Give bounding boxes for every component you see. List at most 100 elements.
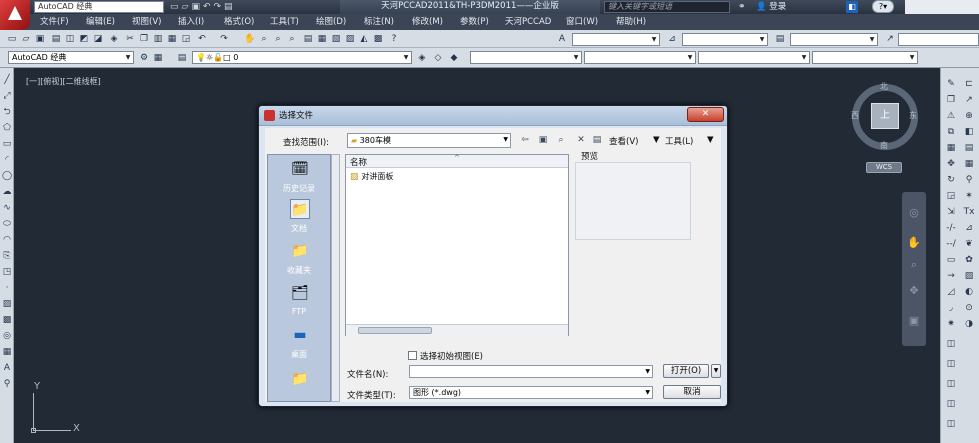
- table-style-combo[interactable]: ▼: [790, 33, 878, 46]
- gradient-icon[interactable]: ▩: [1, 314, 13, 326]
- gear-icon[interactable]: ⚙: [138, 52, 150, 64]
- mleader-style-combo[interactable]: [898, 33, 979, 46]
- rectangle-icon[interactable]: ▭: [1, 138, 13, 150]
- layer-combo[interactable]: 💡☼🔓□ 0 ▼: [192, 51, 412, 64]
- array-icon[interactable]: ▦: [945, 142, 957, 154]
- ellipse-arc-icon[interactable]: ◠: [1, 234, 13, 246]
- plotstyle-combo[interactable]: ▼: [812, 51, 918, 64]
- table-style-icon[interactable]: ▤: [774, 33, 786, 45]
- zoom-previous-icon[interactable]: ⌕: [286, 33, 298, 45]
- copy-icon[interactable]: ❐: [138, 33, 150, 45]
- layer-state-icon[interactable]: ◆: [448, 52, 460, 64]
- login-button[interactable]: 👤 登录: [756, 1, 826, 13]
- workspace-combo[interactable]: AutoCAD 经典: [34, 1, 164, 13]
- back-icon[interactable]: ⇦: [519, 134, 531, 146]
- print-icon[interactable]: ▤: [224, 2, 236, 12]
- explode-icon[interactable]: ✷: [945, 318, 957, 330]
- open-icon[interactable]: ▱: [182, 2, 192, 12]
- up-folder-icon[interactable]: ▣: [537, 134, 549, 146]
- make-current-icon[interactable]: ◈: [416, 52, 428, 64]
- lookin-combo[interactable]: ▰ 380车模 ▼: [347, 133, 511, 148]
- delete-icon[interactable]: ✕: [575, 134, 587, 146]
- text-style-icon[interactable]: A: [556, 33, 568, 45]
- tool-3-icon[interactable]: ◫: [945, 378, 957, 390]
- menu-dimension[interactable]: 标注(N): [364, 14, 394, 30]
- workspace-settings-icon[interactable]: ▦: [152, 52, 164, 64]
- new-icon[interactable]: ▭: [6, 33, 18, 45]
- quick-access-toolbar[interactable]: ▭▱▣↶↷▤: [170, 1, 340, 13]
- move-icon[interactable]: ✥: [945, 158, 957, 170]
- erase-icon[interactable]: ✎: [945, 78, 957, 90]
- layer-previous-icon[interactable]: ◇: [432, 52, 444, 64]
- filename-input[interactable]: ▼: [409, 365, 653, 378]
- favorites-icon[interactable]: 📁: [290, 241, 310, 261]
- desktop-icon[interactable]: ▬: [290, 325, 310, 345]
- arc-icon[interactable]: ◜: [1, 154, 13, 166]
- pan-icon[interactable]: ✋: [244, 33, 256, 45]
- orbit-icon[interactable]: ✥: [907, 284, 921, 298]
- break-icon[interactable]: ▭: [945, 254, 957, 266]
- mtext-icon[interactable]: A: [1, 362, 13, 374]
- plot-icon[interactable]: ◪: [92, 33, 104, 45]
- tool-4-icon[interactable]: ◫: [945, 398, 957, 410]
- open-icon[interactable]: ▱: [20, 33, 32, 45]
- stretch-icon[interactable]: ⇲: [945, 206, 957, 218]
- design-center-icon[interactable]: ▦: [316, 33, 328, 45]
- place-favorites[interactable]: 收藏夹: [268, 265, 330, 276]
- place-desktop[interactable]: 桌面: [268, 349, 330, 360]
- dim-linear-icon[interactable]: ⊏: [963, 78, 975, 90]
- ellipse-icon[interactable]: ⬭: [1, 218, 13, 230]
- filetype-combo[interactable]: 图形 (*.dwg) ▼: [409, 386, 653, 399]
- zoom-window-icon[interactable]: ⌕: [272, 33, 284, 45]
- dim-continue-icon[interactable]: ❦: [963, 238, 975, 250]
- showmotion-icon[interactable]: ▣: [907, 314, 921, 328]
- chamfer-icon[interactable]: ◿: [945, 286, 957, 298]
- help-icon[interactable]: ?: [388, 33, 400, 45]
- compass-north[interactable]: 北: [880, 81, 888, 92]
- extend-icon[interactable]: --/: [945, 238, 957, 250]
- documents-icon[interactable]: 📁: [290, 199, 310, 219]
- place-history[interactable]: 历史记录: [268, 183, 330, 194]
- region-icon[interactable]: ◎: [1, 330, 13, 342]
- cancel-button[interactable]: 取消: [663, 385, 721, 399]
- point-icon[interactable]: ·: [1, 282, 13, 294]
- tools-menu[interactable]: 工具(L): [665, 135, 693, 147]
- menu-file[interactable]: 文件(F): [40, 14, 69, 30]
- menu-view[interactable]: 视图(V): [132, 14, 161, 30]
- tolerance-icon[interactable]: ◐: [963, 286, 975, 298]
- search-web-icon[interactable]: ⌕: [555, 134, 567, 146]
- tools-menu-arrow[interactable]: ▼: [707, 135, 714, 145]
- mleader-style-icon[interactable]: ↗: [884, 33, 896, 45]
- places-scrollbar[interactable]: [331, 154, 340, 402]
- file-list[interactable]: 名称 ^ ▧ 对讲面板: [345, 154, 569, 336]
- steering-wheel-icon[interactable]: ◎: [907, 206, 921, 220]
- spline-icon[interactable]: ∿: [1, 202, 13, 214]
- construction-line-icon[interactable]: ⤢: [1, 90, 13, 102]
- menu-format[interactable]: 格式(O): [224, 14, 254, 30]
- cut-icon[interactable]: ✂: [124, 33, 136, 45]
- tool-palette-icon[interactable]: ▧: [330, 33, 342, 45]
- menu-tools[interactable]: 工具(T): [270, 14, 299, 30]
- join-icon[interactable]: →: [945, 270, 957, 282]
- history-icon[interactable]: 🗓: [290, 159, 310, 179]
- offset-icon[interactable]: ⧉: [945, 126, 957, 138]
- menu-edit[interactable]: 编辑(E): [86, 14, 115, 30]
- dim-quick-icon[interactable]: Tx: [963, 206, 975, 218]
- help-icon[interactable]: ?▾: [872, 0, 894, 13]
- fillet-icon[interactable]: ◞: [945, 302, 957, 314]
- menu-modify[interactable]: 修改(M): [412, 14, 443, 30]
- dim-ordinate-icon[interactable]: ◧: [963, 126, 975, 138]
- hatch-icon[interactable]: ▨: [1, 298, 13, 310]
- compass-west[interactable]: 西: [851, 110, 859, 121]
- view-menu[interactable]: 查看(V): [609, 135, 638, 147]
- sheet-set-icon[interactable]: ▨: [344, 33, 356, 45]
- insert-block-icon[interactable]: ⎘: [1, 250, 13, 262]
- place-ftp[interactable]: FTP: [268, 307, 330, 316]
- open-button[interactable]: 打开(O): [663, 364, 709, 378]
- ftp-icon[interactable]: 🗂: [290, 283, 310, 303]
- pan-icon[interactable]: ✋: [907, 236, 921, 250]
- exchange-icon[interactable]: ◧: [846, 1, 858, 13]
- redo-icon[interactable]: ↷: [218, 33, 230, 45]
- properties-icon[interactable]: ▤: [302, 33, 314, 45]
- dim-arc-icon[interactable]: ⊕: [963, 110, 975, 122]
